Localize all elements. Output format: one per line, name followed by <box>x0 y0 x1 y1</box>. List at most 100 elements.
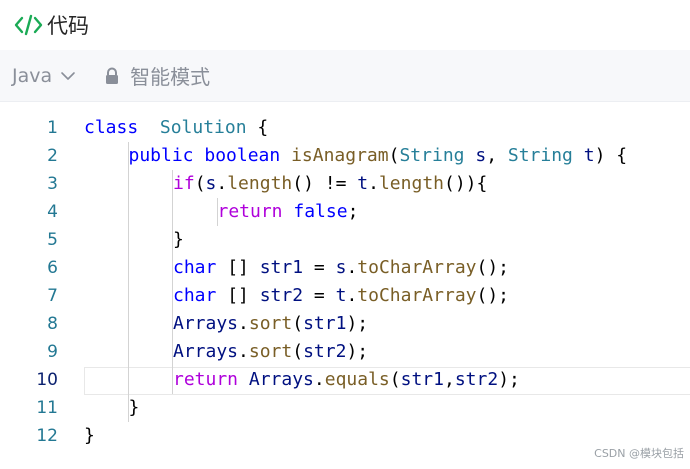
code-token: ( <box>388 145 400 166</box>
code-line[interactable]: 9 Arrays.sort(str2); <box>0 338 690 366</box>
code-token: ); <box>346 341 369 362</box>
lock-icon <box>104 67 120 85</box>
code-text: class Solution { <box>84 114 268 142</box>
watermark: CSDN @模块包括 <box>594 447 684 460</box>
code-token: false <box>293 201 348 222</box>
code-line[interactable]: 1 class Solution { <box>0 114 690 142</box>
code-token: , <box>443 369 455 390</box>
line-number: 11 <box>36 398 58 418</box>
code-token: String <box>507 145 573 166</box>
code-token: t <box>335 285 347 306</box>
line-number: 2 <box>47 146 58 166</box>
indent-guide <box>216 198 218 226</box>
code-token: ); <box>498 369 520 390</box>
code-token: isAnagram <box>291 145 389 166</box>
line-number: 12 <box>36 426 58 446</box>
code-token: ()){ <box>444 173 488 194</box>
line-number: 9 <box>47 342 58 362</box>
code-token: Arrays <box>173 341 239 362</box>
code-token: char <box>173 257 217 278</box>
code-token: sort <box>248 341 293 362</box>
code-token: Arrays <box>248 369 314 390</box>
language-label: Java <box>12 64 53 87</box>
smart-mode-toggle[interactable]: 智能模式 <box>104 61 210 90</box>
code-token: public <box>128 145 194 166</box>
code-line[interactable]: 4 return false; <box>0 198 690 226</box>
code-token: str1 <box>303 313 347 334</box>
code-text: } <box>173 226 184 254</box>
code-text: Arrays.sort(str2); <box>173 338 368 366</box>
code-line[interactable]: 12} <box>0 422 690 450</box>
line-number: 1 <box>47 118 58 138</box>
line-number: 7 <box>47 286 58 306</box>
code-line[interactable]: 5} <box>0 226 690 254</box>
code-text: Arrays.sort(str1); <box>173 310 368 338</box>
code-token: . <box>368 173 379 194</box>
code-token: } <box>84 425 95 446</box>
code-text: } <box>84 422 95 450</box>
mode-label: 智能模式 <box>130 65 211 89</box>
code-token: String <box>399 145 465 166</box>
code-token: t <box>583 145 595 166</box>
code-token: ( <box>194 173 206 194</box>
code-token: ( <box>292 341 304 362</box>
code-token: ); <box>346 313 369 334</box>
code-token: toCharArray <box>357 257 477 278</box>
code-token: boolean <box>204 145 281 166</box>
code-text: public boolean isAnagram(String s, Strin… <box>129 142 628 170</box>
code-token: str2 <box>303 341 347 362</box>
code-token: } <box>128 397 140 418</box>
code-line[interactable]: 8 Arrays.sort(str1); <box>0 310 690 338</box>
code-token: . <box>238 341 249 362</box>
code-token: str1 <box>259 257 304 278</box>
code-token: ( <box>389 369 401 390</box>
code-token: str2 <box>259 285 304 306</box>
code-token: () != <box>292 173 358 194</box>
code-token: Arrays <box>173 313 239 334</box>
code-token: . <box>216 173 228 194</box>
code-line[interactable]: 2 public boolean isAnagram(String s, Stri… <box>0 142 690 170</box>
code-line[interactable]: 6 char [] str1 = s.toCharArray(); <box>0 254 690 282</box>
code-token: (); <box>476 285 510 306</box>
code-token: . <box>313 369 325 390</box>
code-token: , <box>486 145 508 166</box>
code-text: char [] str2 = t.toCharArray(); <box>173 282 509 310</box>
code-token: t <box>357 173 369 194</box>
line-number: 10 <box>36 370 58 390</box>
code-token: length <box>227 173 293 194</box>
code-editor[interactable]: 1 class Solution { 2 public boolean isAnagr… <box>0 114 690 449</box>
code-line[interactable]: 11} <box>0 394 690 422</box>
code-token: } <box>173 229 184 250</box>
code-line[interactable]: 7 char [] str2 = t.toCharArray(); <box>0 282 690 310</box>
code-token: class <box>84 117 139 138</box>
line-number: 8 <box>47 314 58 334</box>
code-token: toCharArray <box>357 285 477 306</box>
code-token: (); <box>476 257 510 278</box>
indent-guide <box>127 142 129 422</box>
code-text: char [] str1 = s.toCharArray(); <box>173 254 509 282</box>
code-token: return <box>173 369 239 390</box>
line-number: 3 <box>47 174 58 194</box>
code-token: = <box>303 285 336 306</box>
code-token: . <box>238 313 249 334</box>
code-token: return <box>217 201 283 222</box>
panel-header: 代码 <box>0 0 690 50</box>
code-token: Solution <box>159 117 247 138</box>
code-token: s <box>475 145 487 166</box>
code-line[interactable]: 3 if(s.length() != t.length()){ <box>0 170 690 198</box>
editor-toolbar: Java 智能模式 <box>0 50 690 102</box>
line-number: 4 <box>47 202 58 222</box>
code-line[interactable]: 10 return Arrays.equals(str1,str2); <box>0 366 690 394</box>
code-token: s <box>335 257 347 278</box>
code-token: length <box>378 173 444 194</box>
code-token: equals <box>324 369 390 390</box>
code-token: . <box>346 285 358 306</box>
code-text: } <box>129 394 140 422</box>
language-select[interactable]: Java <box>12 65 76 87</box>
line-number: 5 <box>47 230 58 250</box>
